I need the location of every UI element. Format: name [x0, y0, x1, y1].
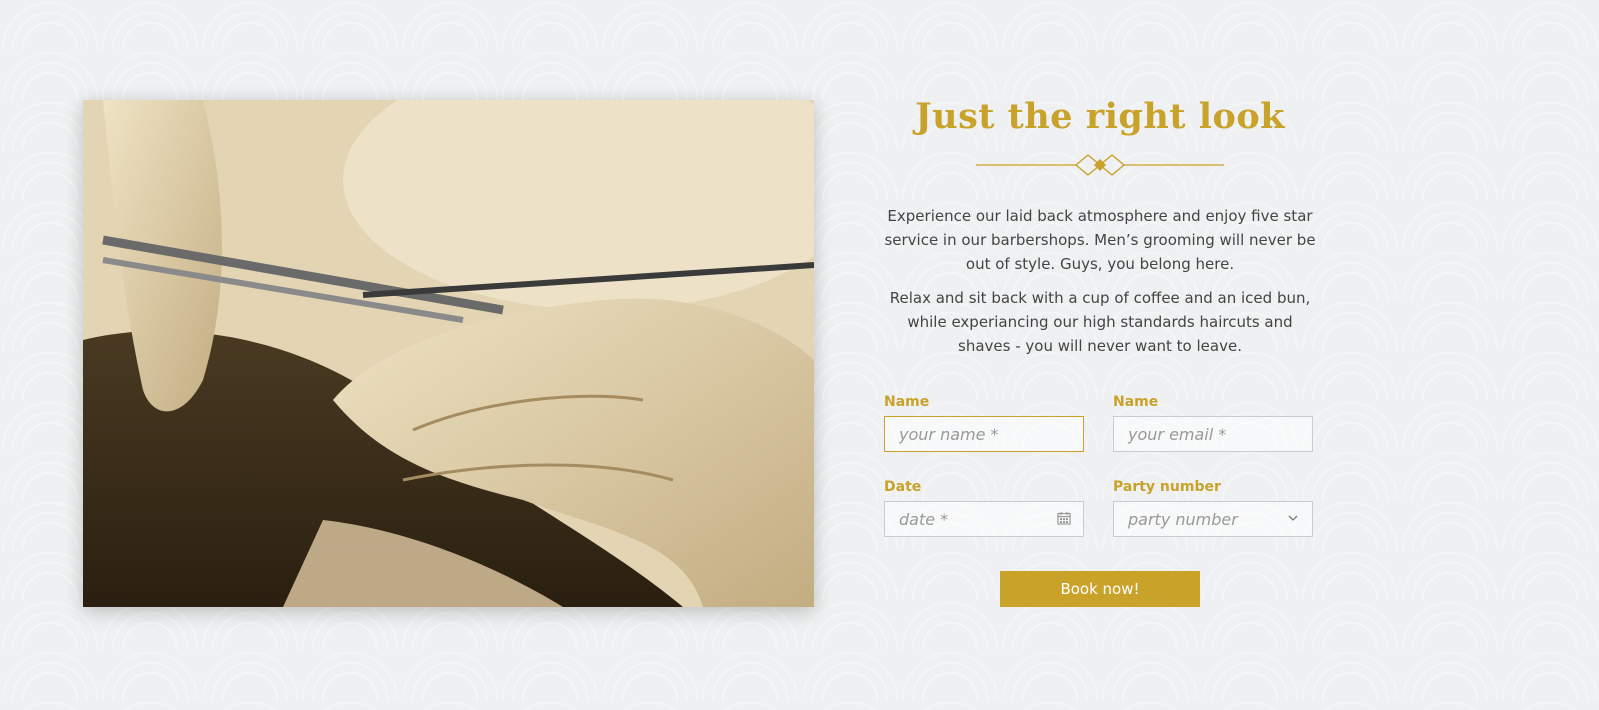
party-number-select[interactable]: [1113, 501, 1313, 537]
barber-photo: [83, 100, 814, 607]
email-field: Name: [1113, 394, 1313, 452]
name-field: Name: [884, 394, 1084, 452]
intro-paragraph-1: Experience our laid back atmosphere and …: [884, 207, 1316, 273]
date-input[interactable]: [885, 502, 1059, 536]
book-now-button[interactable]: Book now!: [1000, 571, 1200, 607]
email-input-box: [1113, 416, 1313, 452]
name-label: Name: [884, 394, 930, 410]
party-number-field: Party number: [1113, 479, 1313, 537]
section-title: Just the right look: [915, 96, 1285, 137]
party-number-input[interactable]: [1114, 502, 1288, 536]
intro-section: Just the right look Experience our laid …: [880, 92, 1320, 358]
email-input[interactable]: [1114, 417, 1288, 451]
name-input[interactable]: [885, 417, 1059, 451]
intro-paragraph-2: Relax and sit back with a cup of coffee …: [889, 289, 1311, 355]
name-input-box: [884, 416, 1084, 452]
date-label: Date: [884, 479, 922, 495]
barber-photo-illustration: [83, 100, 814, 607]
chevron-down-icon: [1288, 515, 1298, 521]
date-field: Date: [884, 479, 1084, 537]
calendar-icon[interactable]: [1057, 511, 1071, 525]
party-number-label: Party number: [1113, 479, 1221, 495]
email-label: Name: [1113, 394, 1159, 410]
date-input-box: [884, 501, 1084, 537]
ornament-divider-icon: [976, 154, 1224, 176]
